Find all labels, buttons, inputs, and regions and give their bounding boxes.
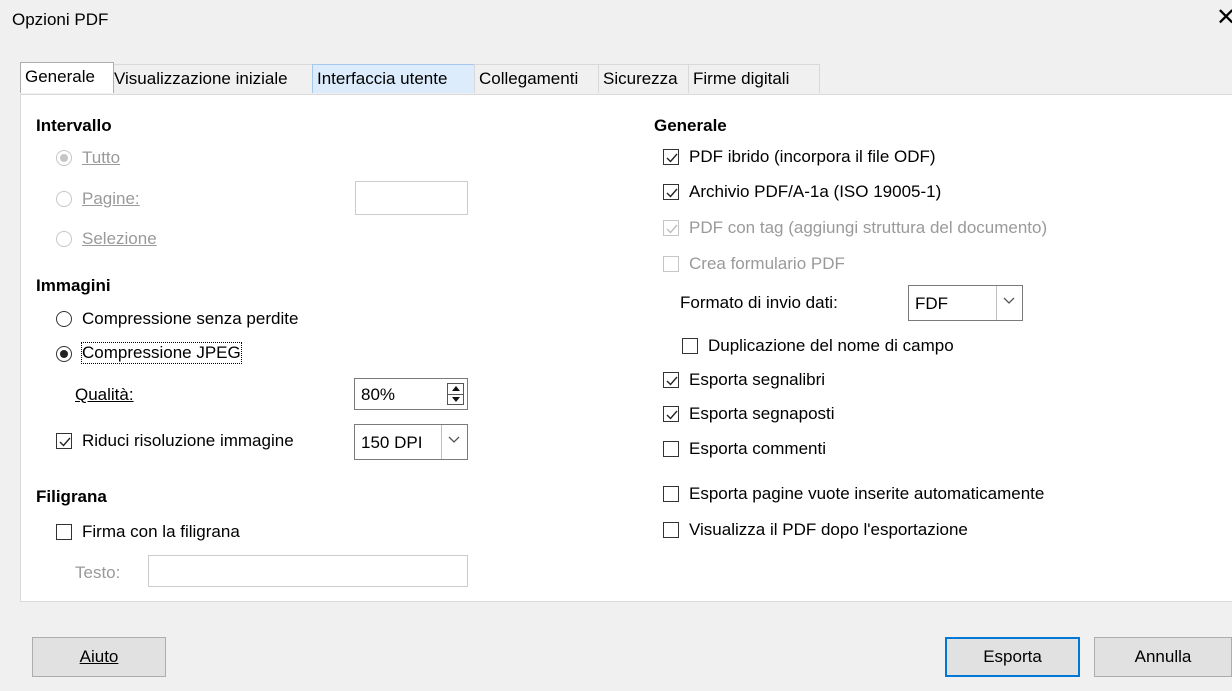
tab-collegamenti[interactable]: Collegamenti — [474, 64, 599, 93]
section-heading-immagini: Immagini — [36, 276, 111, 295]
checkbox-pdf-ibrido[interactable] — [663, 149, 679, 165]
testo-input[interactable] — [148, 555, 468, 587]
checkmark-icon — [666, 410, 678, 420]
dialog-title: Opzioni PDF — [12, 10, 109, 29]
checkbox-riduci-risoluzione[interactable] — [56, 433, 72, 449]
checkbox-esporta-commenti-label: Esporta commenti — [689, 439, 826, 458]
checkbox-esporta-pagine-vuote-label: Esporta pagine vuote inserite automatica… — [689, 484, 1045, 503]
radio-pagine-label: Pagine: — [82, 189, 140, 208]
pagine-input[interactable] — [355, 181, 468, 215]
checkmark-icon — [666, 376, 678, 386]
radio-tutto[interactable] — [56, 150, 72, 166]
checkbox-pdf-con-tag-label: PDF con tag (aggiungi struttura del docu… — [689, 218, 1048, 237]
checkbox-riduci-risoluzione-label: Riduci risoluzione immagine — [82, 431, 294, 450]
checkbox-esporta-segnalibri[interactable] — [663, 372, 679, 388]
radio-compressione-senza-perdite[interactable] — [56, 311, 72, 327]
checkbox-duplicazione-nome-label: Duplicazione del nome di campo — [708, 336, 954, 355]
checkbox-firma-filigrana-label: Firma con la filigrana — [82, 522, 240, 541]
radio-selezione-label: Selezione — [82, 229, 157, 248]
radio-compressione-jpeg[interactable] — [56, 346, 72, 362]
section-heading-filigrana: Filigrana — [36, 487, 107, 506]
checkbox-esporta-commenti[interactable] — [663, 441, 679, 457]
checkmark-icon — [666, 153, 678, 163]
checkmark-icon — [59, 437, 71, 447]
radio-compressione-jpeg-label: Compressione JPEG — [81, 342, 242, 364]
radio-tutto-label: Tutto — [82, 148, 121, 167]
radio-compressione-senza-perdite-label: Compressione senza perdite — [82, 309, 299, 328]
chevron-down-icon[interactable] — [996, 286, 1022, 320]
formato-invio-label: Formato di invio dati: — [680, 293, 838, 312]
qualita-value: 80% — [361, 385, 396, 404]
radio-selezione[interactable] — [56, 231, 72, 247]
checkbox-firma-filigrana[interactable] — [56, 524, 72, 540]
tab-interfaccia-utente[interactable]: Interfaccia utente — [312, 64, 475, 93]
risoluzione-value: 150 DPI — [361, 433, 423, 452]
checkbox-esporta-segnaposti[interactable] — [663, 406, 679, 422]
checkmark-icon — [666, 188, 678, 198]
chevron-down-icon[interactable] — [441, 425, 467, 459]
section-heading-generale: Generale — [654, 116, 727, 135]
testo-label: Testo: — [75, 563, 121, 582]
checkbox-crea-formulario[interactable] — [663, 256, 679, 272]
checkbox-visualizza-pdf-label: Visualizza il PDF dopo l'esportazione — [689, 520, 968, 539]
checkbox-esporta-pagine-vuote[interactable] — [663, 486, 679, 502]
tab-generale[interactable]: Generale — [20, 62, 114, 93]
checkbox-crea-formulario-label: Crea formulario PDF — [689, 254, 845, 273]
radio-pagine[interactable] — [56, 191, 72, 207]
checkbox-pdf-con-tag[interactable] — [663, 220, 679, 236]
formato-invio-value: FDF — [915, 294, 949, 313]
spin-down-icon[interactable] — [448, 394, 463, 404]
checkbox-pdf-ibrido-label: PDF ibrido (incorpora il file ODF) — [689, 147, 936, 166]
checkbox-duplicazione-nome[interactable] — [682, 338, 698, 354]
qualita-spin-buttons[interactable] — [447, 383, 464, 405]
formato-invio-dropdown[interactable]: FDF — [908, 285, 1023, 321]
close-icon[interactable]: ✕ — [1216, 6, 1232, 30]
checkbox-visualizza-pdf[interactable] — [663, 522, 679, 538]
aiuto-button[interactable]: Aiuto — [32, 637, 166, 677]
tab-firme-digitali[interactable]: Firme digitali — [688, 64, 820, 93]
tab-visualizzazione-iniziale[interactable]: Visualizzazione iniziale — [109, 64, 314, 93]
checkmark-icon — [666, 224, 678, 234]
checkbox-archivio-pdfa[interactable] — [663, 184, 679, 200]
section-heading-intervallo: Intervallo — [36, 116, 112, 135]
qualita-spinbox[interactable]: 80% — [354, 378, 468, 410]
checkbox-esporta-segnalibri-label: Esporta segnalibri — [689, 370, 826, 389]
checkbox-esporta-segnaposti-label: Esporta segnaposti — [689, 404, 835, 423]
tab-sicurezza[interactable]: Sicurezza — [598, 64, 691, 93]
qualita-label: Qualità: — [75, 385, 134, 404]
annulla-button[interactable]: Annulla — [1094, 637, 1232, 677]
risoluzione-dropdown[interactable]: 150 DPI — [354, 424, 468, 460]
esporta-button[interactable]: Esporta — [945, 637, 1080, 677]
checkbox-archivio-pdfa-label: Archivio PDF/A-1a (ISO 19005-1) — [689, 182, 942, 201]
